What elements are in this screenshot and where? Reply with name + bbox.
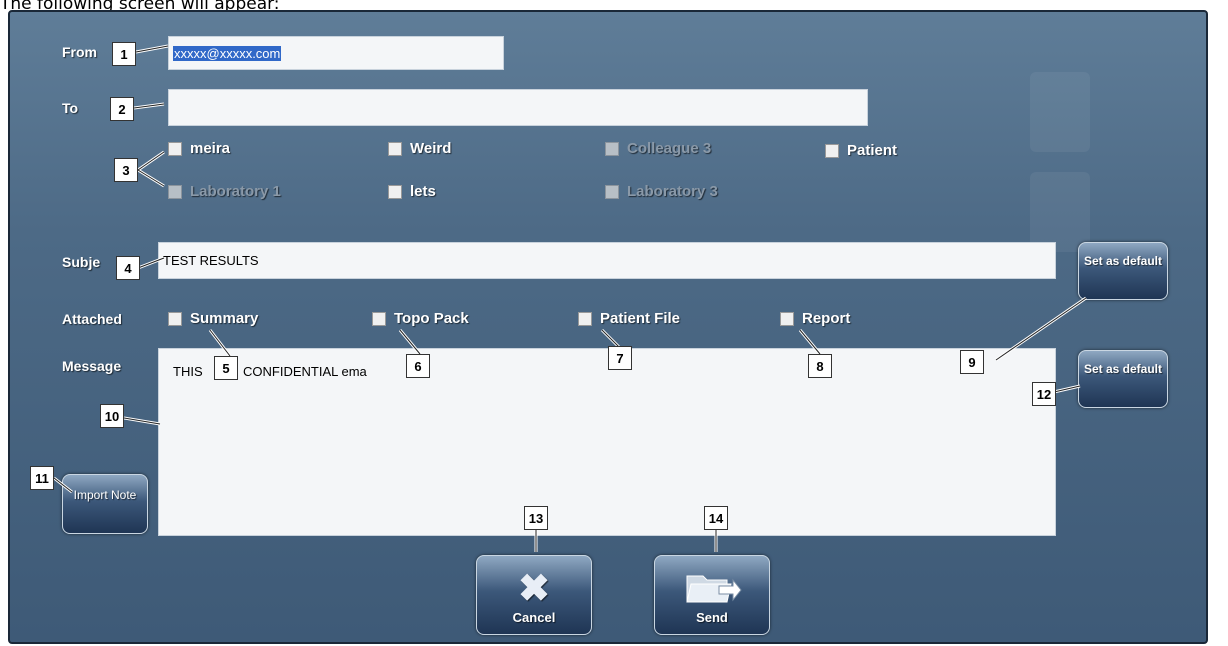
attach-checkbox-patient-file[interactable]: Patient File bbox=[578, 310, 680, 327]
message-text-start: THIS bbox=[173, 364, 203, 379]
checkbox-box bbox=[168, 184, 182, 199]
contact-checkbox-laboratory-1: Laboratory 1 bbox=[168, 183, 281, 200]
contact-checkbox-lets[interactable]: lets bbox=[388, 183, 436, 200]
callout-7: 7 bbox=[608, 346, 632, 370]
contact-checkbox-laboratory-3: Laboratory 3 bbox=[605, 183, 718, 200]
callout-4: 4 bbox=[116, 256, 140, 280]
checkbox-box bbox=[780, 311, 794, 326]
attached-label: Attached bbox=[62, 311, 122, 327]
set-default-subject-button[interactable]: Set as default bbox=[1078, 242, 1168, 300]
attach-checkbox-topo-pack[interactable]: Topo Pack bbox=[372, 310, 469, 327]
callout-9: 9 bbox=[960, 350, 984, 374]
callout-10: 10 bbox=[100, 404, 124, 428]
to-label: To bbox=[62, 100, 79, 116]
callout-6: 6 bbox=[406, 354, 430, 378]
folder-arrow-icon bbox=[686, 575, 742, 603]
checkbox-box bbox=[605, 184, 619, 199]
checkbox-box bbox=[168, 311, 182, 326]
background-shape bbox=[1030, 72, 1090, 152]
checkbox-box bbox=[372, 311, 386, 326]
close-icon: ✖ bbox=[518, 568, 550, 610]
contact-checkbox-weird[interactable]: Weird bbox=[388, 140, 451, 157]
callout-2: 2 bbox=[110, 97, 134, 121]
callout-14: 14 bbox=[704, 506, 728, 530]
checkbox-box bbox=[825, 143, 839, 158]
attach-checkbox-report[interactable]: Report bbox=[780, 310, 850, 327]
to-field[interactable] bbox=[168, 89, 868, 126]
callout-8: 8 bbox=[808, 354, 832, 378]
contact-checkbox-patient[interactable]: Patient bbox=[825, 142, 897, 159]
message-text-end: CONFIDENTIAL ema bbox=[243, 364, 367, 379]
cancel-button[interactable]: ✖ Cancel bbox=[476, 555, 592, 635]
background-shape bbox=[1030, 172, 1090, 252]
checkbox-box bbox=[168, 141, 182, 156]
from-value: xxxxx@xxxxx.com bbox=[173, 45, 282, 61]
contact-checkbox-meira[interactable]: meira bbox=[168, 140, 230, 157]
subject-field[interactable]: TEST RESULTS bbox=[158, 242, 1056, 279]
callout-3: 3 bbox=[114, 158, 138, 182]
checkbox-box bbox=[388, 141, 402, 156]
message-textarea[interactable]: THIS CONFIDENTIAL ema bbox=[158, 348, 1056, 536]
callout-13: 13 bbox=[524, 506, 548, 530]
send-button[interactable]: Send bbox=[654, 555, 770, 635]
set-default-message-button[interactable]: Set as default bbox=[1078, 350, 1168, 408]
callout-11: 11 bbox=[30, 466, 54, 490]
callout-5: 5 bbox=[214, 356, 238, 380]
message-label: Message bbox=[62, 358, 122, 374]
callout-12: 12 bbox=[1032, 382, 1056, 406]
checkbox-box bbox=[578, 311, 592, 326]
subject-label: Subje bbox=[62, 254, 101, 270]
contact-checkbox-colleague-3: Colleague 3 bbox=[605, 140, 711, 157]
from-label: From bbox=[62, 44, 97, 60]
checkbox-box bbox=[388, 184, 402, 199]
attach-checkbox-summary[interactable]: Summary bbox=[168, 310, 258, 327]
checkbox-box bbox=[605, 141, 619, 156]
from-field[interactable]: xxxxx@xxxxx.com bbox=[168, 36, 504, 70]
callout-1: 1 bbox=[112, 42, 136, 66]
import-note-button[interactable]: Import Note bbox=[62, 474, 148, 534]
